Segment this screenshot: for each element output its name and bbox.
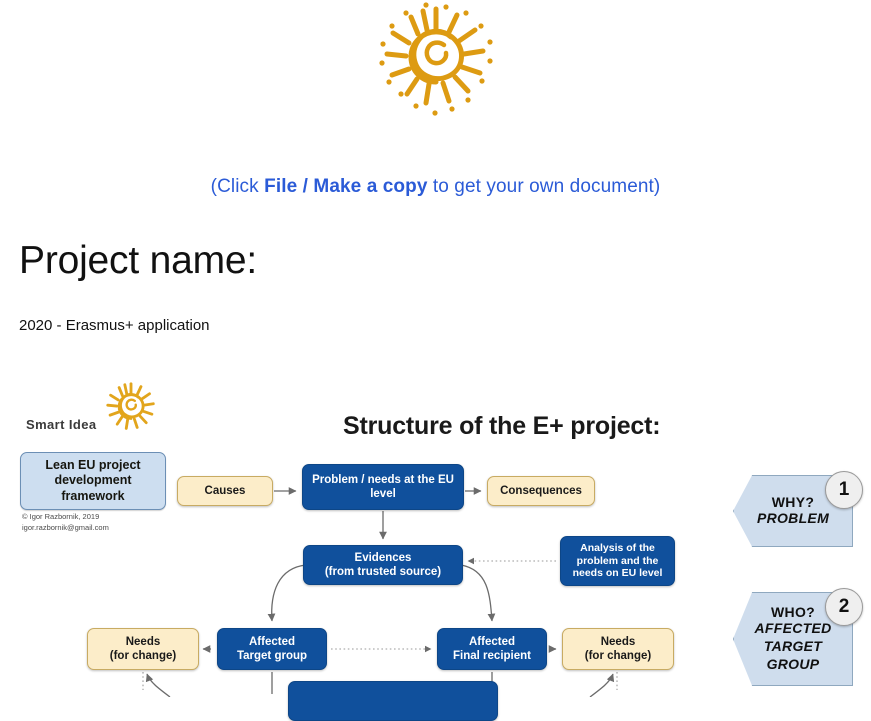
callout-2-answer-line-2: TARGET [763, 638, 823, 655]
callout-2-answer-line-1: AFFECTED [754, 620, 832, 637]
node-causes[interactable]: Causes [177, 476, 273, 506]
node-needs-right[interactable]: Needs (for change) [562, 628, 674, 670]
node-analysis[interactable]: Analysis of the problem and the needs on… [560, 536, 675, 586]
callout-1-answer-line-1: PROBLEM [756, 510, 830, 527]
node-affected-final-recipient[interactable]: Affected Final recipient [437, 628, 547, 670]
brand-box-line-2: development [54, 473, 132, 488]
node-bottom-cut-off[interactable] [288, 681, 498, 721]
node-needs-left[interactable]: Needs (for change) [87, 628, 199, 670]
node-causes-label: Causes [204, 484, 246, 497]
callout-1-question: WHY? [771, 494, 815, 511]
brand-box-line-1: Lean EU project [45, 457, 141, 472]
diagram-structure-of-eplus-project: Structure of the E+ project: Smart Idea [0, 378, 871, 721]
diagram-title: Structure of the E+ project: [343, 412, 661, 440]
node-evidences[interactable]: Evidences (from trusted source) [303, 545, 463, 585]
node-needs-left-line-1: Needs [125, 635, 161, 648]
brand-box-line-3: framework [61, 488, 125, 503]
callout-2-number-badge: 2 [825, 588, 863, 626]
make-a-copy-notice[interactable]: (Click File / Make a copy to get your ow… [0, 176, 871, 198]
node-needs-left-line-2: (for change) [109, 650, 177, 662]
node-needs-right-line-2: (for change) [584, 650, 652, 662]
node-affected-target-line-2: Target group [236, 650, 308, 662]
callout-2-number: 2 [838, 596, 850, 617]
node-affected-target-line-1: Affected [248, 635, 295, 648]
node-evidences-line-2: (from trusted source) [324, 566, 442, 578]
callout-2-answer-line-3: GROUP [766, 655, 820, 672]
brand-wordmark: Smart Idea [26, 417, 97, 432]
credit-line-1: © Igor Razbornik, 2019 [22, 512, 100, 521]
copy-notice-suffix: to get your own document) [427, 176, 661, 197]
credit-line-2: igor.razbornik@gmail.com [22, 522, 109, 532]
document-page: (Click File / Make a copy to get your ow… [0, 0, 871, 721]
page-subtitle: 2020 - Erasmus+ application [19, 317, 210, 334]
node-consequences-label: Consequences [500, 484, 582, 497]
callout-1-number: 1 [838, 479, 850, 500]
brand-sun-logo [100, 380, 162, 441]
node-needs-right-line-1: Needs [600, 635, 636, 648]
sun-spiral-icon [378, 2, 493, 116]
brand-credit: © Igor Razbornik, 2019 igor.razbornik@gm… [22, 512, 109, 534]
brand-framework-box: Lean EU project development framework [20, 452, 166, 510]
hero-sun-logo [0, 0, 871, 120]
node-problem-line-1: Problem / needs at the EU [312, 473, 454, 486]
node-affected-final-line-2: Final recipient [453, 650, 531, 662]
sun-spiral-icon-small [106, 382, 155, 430]
node-affected-final-line-1: Affected [468, 635, 515, 648]
node-consequences[interactable]: Consequences [487, 476, 595, 506]
page-title: Project name: [19, 239, 258, 282]
copy-notice-bold: File / Make a copy [264, 176, 428, 197]
node-evidences-line-1: Evidences [354, 551, 412, 564]
node-analysis-line-2: problem and the [576, 554, 659, 567]
node-problem-line-2: level [370, 488, 396, 500]
node-affected-target-group[interactable]: Affected Target group [217, 628, 327, 670]
node-analysis-line-1: Analysis of the [580, 541, 655, 554]
callout-1-number-badge: 1 [825, 471, 863, 509]
copy-notice-prefix: (Click [210, 176, 265, 197]
node-analysis-line-3: needs on EU level [572, 567, 663, 580]
node-problem[interactable]: Problem / needs at the EU level [302, 464, 464, 510]
callout-2-question: WHO? [771, 604, 815, 621]
